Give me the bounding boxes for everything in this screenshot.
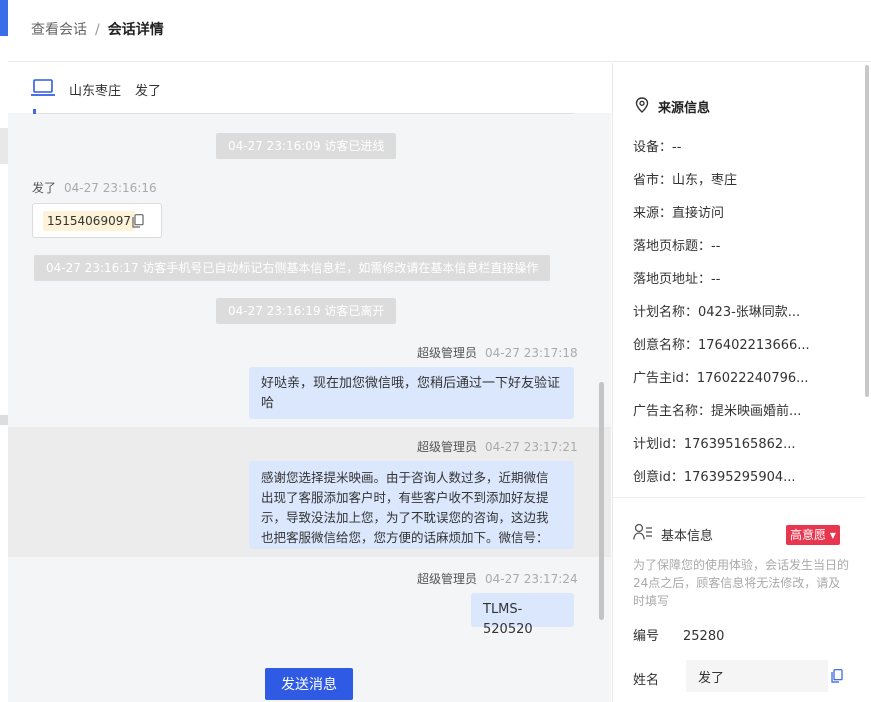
source-field-region: 省市：山东，枣庄 [633,173,738,188]
system-message: 04-27 23:16:17 访客手机号已自动标记右侧基本信息栏，如需修改请在基… [34,255,551,281]
chat-scrollbar[interactable] [599,382,604,620]
name-label: 姓名 [633,673,660,688]
message-line: 感谢您选择提米映画。由于咨询人数过多，近期微信 [261,470,549,485]
sender-name: 超级管理员 [417,440,478,454]
source-field-creative-name: 创意名称：17640221366​6... [633,338,810,353]
sidebar-scrollbar[interactable] [865,65,869,397]
history-scroll-indicator [33,109,574,114]
drawer-header: 查看会话 / 会话详情 [8,0,871,62]
visitor-message-bubble: 15154069097 [32,203,162,238]
message-meta: 超级管理员 04-27 23:17:21 [417,438,578,455]
breadcrumb-parent[interactable]: 查看会话 [31,22,87,38]
copy-icon[interactable] [831,669,843,683]
message-line: 示，导致没法加上您，为了不耽误您的咨询，这边我 [261,510,549,525]
agent-message-bubble: TLMS-520520 [471,593,574,637]
message-meta: 发了 04-27 23:16:16 [32,179,157,196]
source-field-plan-name: 计划名称：0423-张琳同款... [633,305,801,320]
source-info-title: 来源信息 [658,101,711,116]
source-field-plan-id: 计划id：176395165862... [633,437,796,452]
section-divider [613,497,865,498]
agent-message-bubble: 好哒亲，现在加您微信哦，您稍后通过一下好友验证 哈 [249,367,574,419]
info-sidebar: 来源信息 设备：-- 省市：山东，枣庄 来源：直接访问 落地页标题：-- 落地页… [612,63,871,702]
source-field-creative-id: 创意id：176395295904... [633,470,796,485]
sender-name: 超级管理员 [417,572,478,586]
phone-number[interactable]: 15154069097 [43,211,135,231]
system-message: 04-27 23:16:19 访客已离开 [216,298,397,324]
source-field-origin: 来源：直接访问 [633,206,725,221]
message-line: 也把客服微信给您，您方便的话麻烦加下。微信号： [261,530,549,545]
source-field-device: 设备：-- [633,140,682,155]
message-time: 04-27 23:16:16 [64,181,157,195]
background-block [0,128,8,164]
sender-name: 发了 [32,181,57,195]
message-line: 出现了客服添加客户时，有些客户收不到添加好友提 [261,490,549,505]
customer-name-input[interactable] [686,660,828,692]
copy-icon[interactable] [132,214,144,228]
message-meta: 超级管理员 04-27 23:17:24 [417,570,578,587]
message-line: 好哒亲，现在加您微信哦，您稍后通过一下好友验证 [261,376,561,391]
breadcrumb-current: 会话详情 [107,22,164,38]
source-field-landing-title: 落地页标题：-- [633,239,721,254]
message-meta: 超级管理员 04-27 23:17:18 [417,344,578,361]
customer-number-row: 编号 25280 [633,625,724,644]
breadcrumb-separator: / [95,22,100,38]
background-accent [0,0,8,36]
breadcrumb: 查看会话 / 会话详情 [31,19,164,39]
system-message: 04-27 23:16:09 访客已进线 [216,133,397,159]
visitor-location: 山东枣庄 [69,84,122,99]
number-label: 编号 [633,629,660,644]
number-value: 25280 [683,629,725,644]
message-line: 哈 [261,396,275,411]
background-page-edge [0,0,8,702]
visitor-name: 发了 [135,84,162,99]
source-field-advertiser-id: 广告主id：176022240796... [633,371,809,386]
edit-notice: 为了保障您的使用体验，会话发生当日的24点之后，顾客信息将无法修改，请及时填写 [633,558,850,608]
message-time: 04-27 23:17:24 [485,572,578,586]
message-time: 04-27 23:17:18 [485,346,578,360]
intent-level-select[interactable]: 高意愿 ▾ [786,525,840,545]
basic-info-title: 基本信息 [661,529,714,544]
source-field-advertiser-name: 广告主名称：提米映画婚前... [633,404,802,419]
send-message-button[interactable]: 发送消息 [265,668,353,700]
message-time: 04-27 23:17:21 [485,440,578,454]
chat-panel: 山东枣庄 发了 04-27 23:16:09 访客已进线 发了 04-27 23:… [8,63,611,702]
background-block [0,415,8,425]
chat-header: 山东枣庄 发了 [8,63,611,114]
laptop-icon [31,79,55,96]
source-field-landing-url: 落地页地址：-- [633,272,721,287]
agent-message-bubble: 感谢您选择提米映画。由于咨询人数过多，近期微信 出现了客服添加客户时，有些客户收… [249,461,574,549]
sender-name: 超级管理员 [417,346,478,360]
